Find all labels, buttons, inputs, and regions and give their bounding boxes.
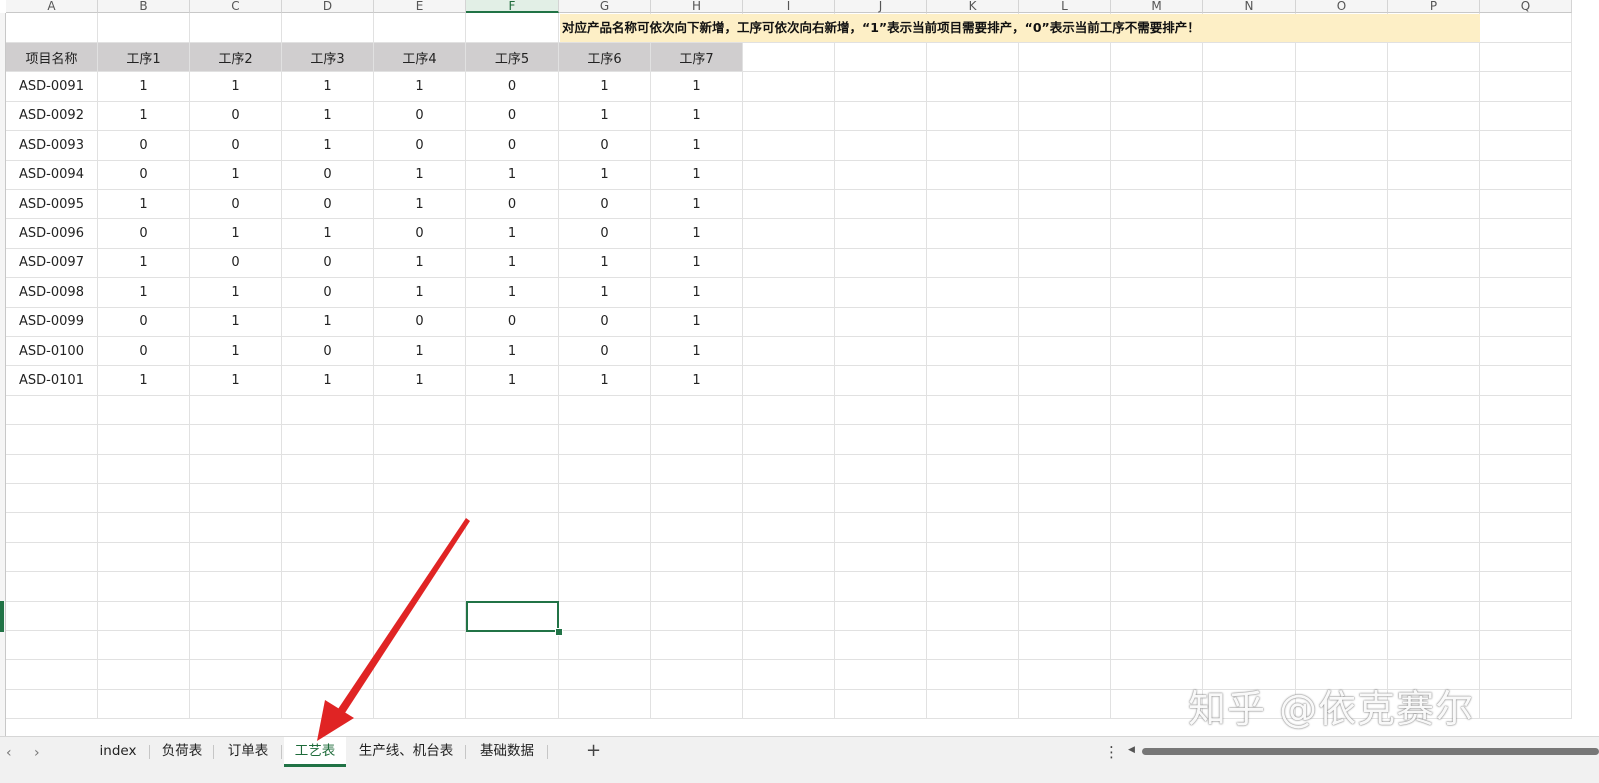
red-arrow-annotation [317,518,470,741]
arrow-shaft [336,518,470,716]
